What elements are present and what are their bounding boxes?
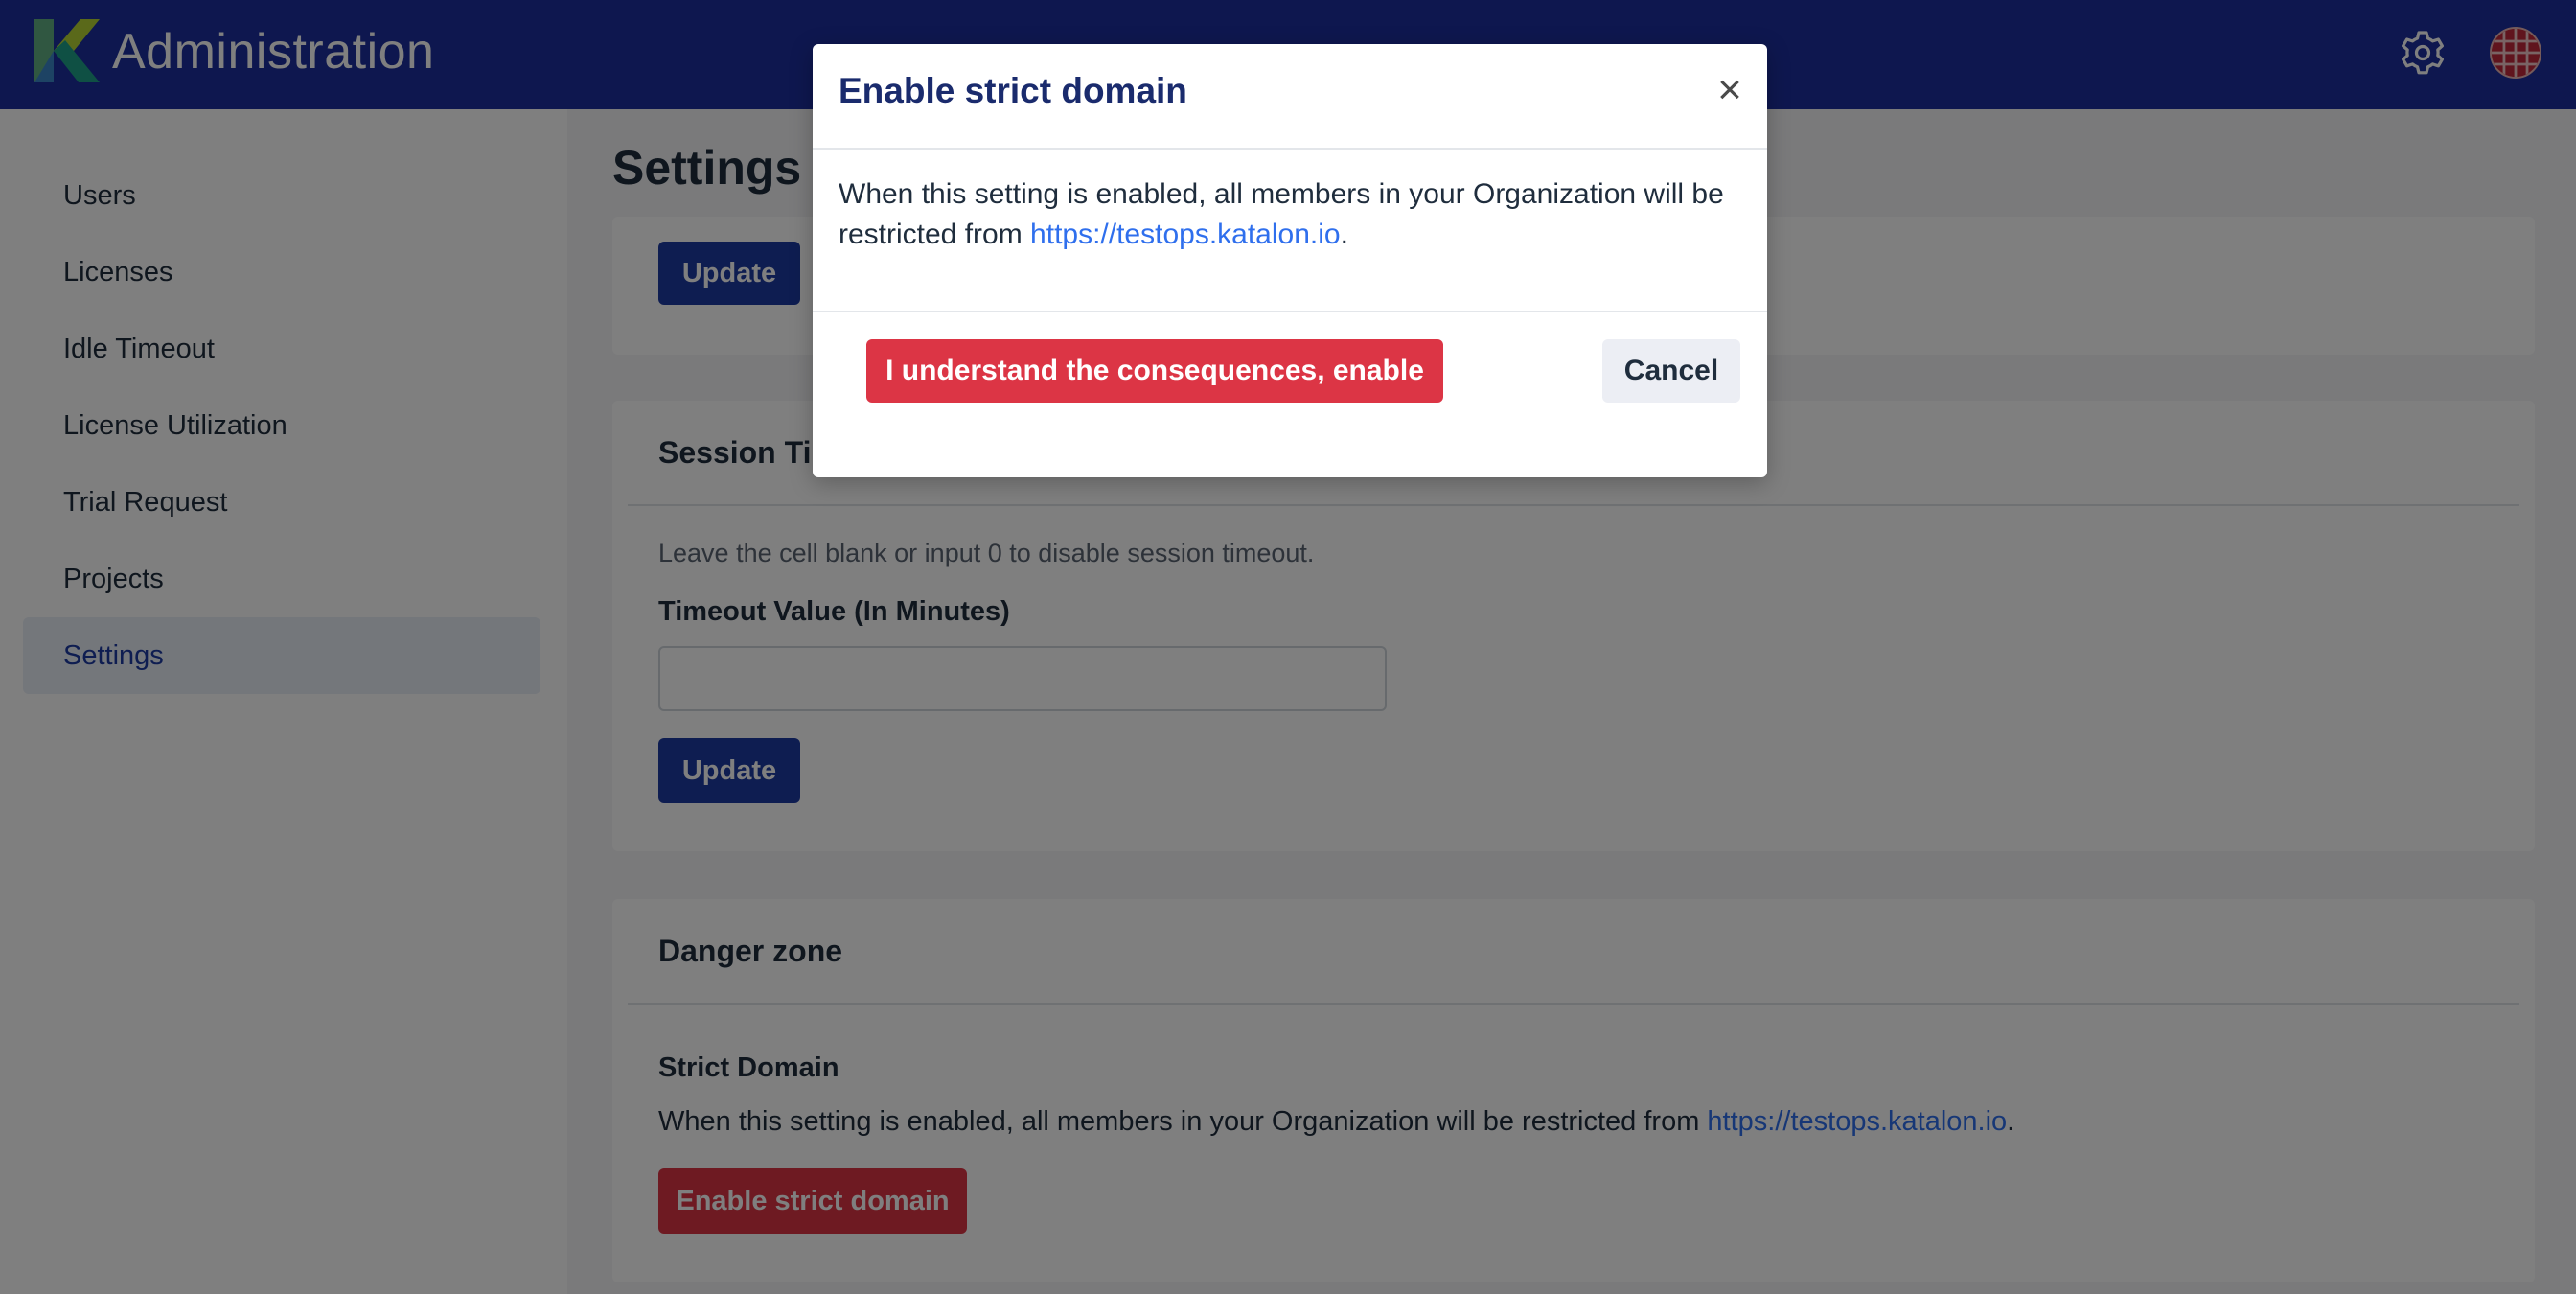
modal-body-period: .	[1340, 219, 1348, 250]
enable-strict-domain-modal: Enable strict domain × When this setting…	[813, 44, 1767, 477]
confirm-enable-strict-domain-button[interactable]: I understand the consequences, enable st…	[866, 339, 1443, 450]
modal-title: Enable strict domain	[839, 71, 1187, 110]
modal-body-text: When this setting is enabled, all member…	[839, 174, 1739, 255]
close-icon[interactable]: ×	[1709, 69, 1751, 111]
cancel-button[interactable]: Cancel	[1602, 339, 1740, 403]
modal-footer-divider	[813, 311, 1767, 312]
modal-header-divider	[813, 148, 1767, 150]
modal-body-link[interactable]: https://testops.katalon.io	[1030, 219, 1341, 250]
